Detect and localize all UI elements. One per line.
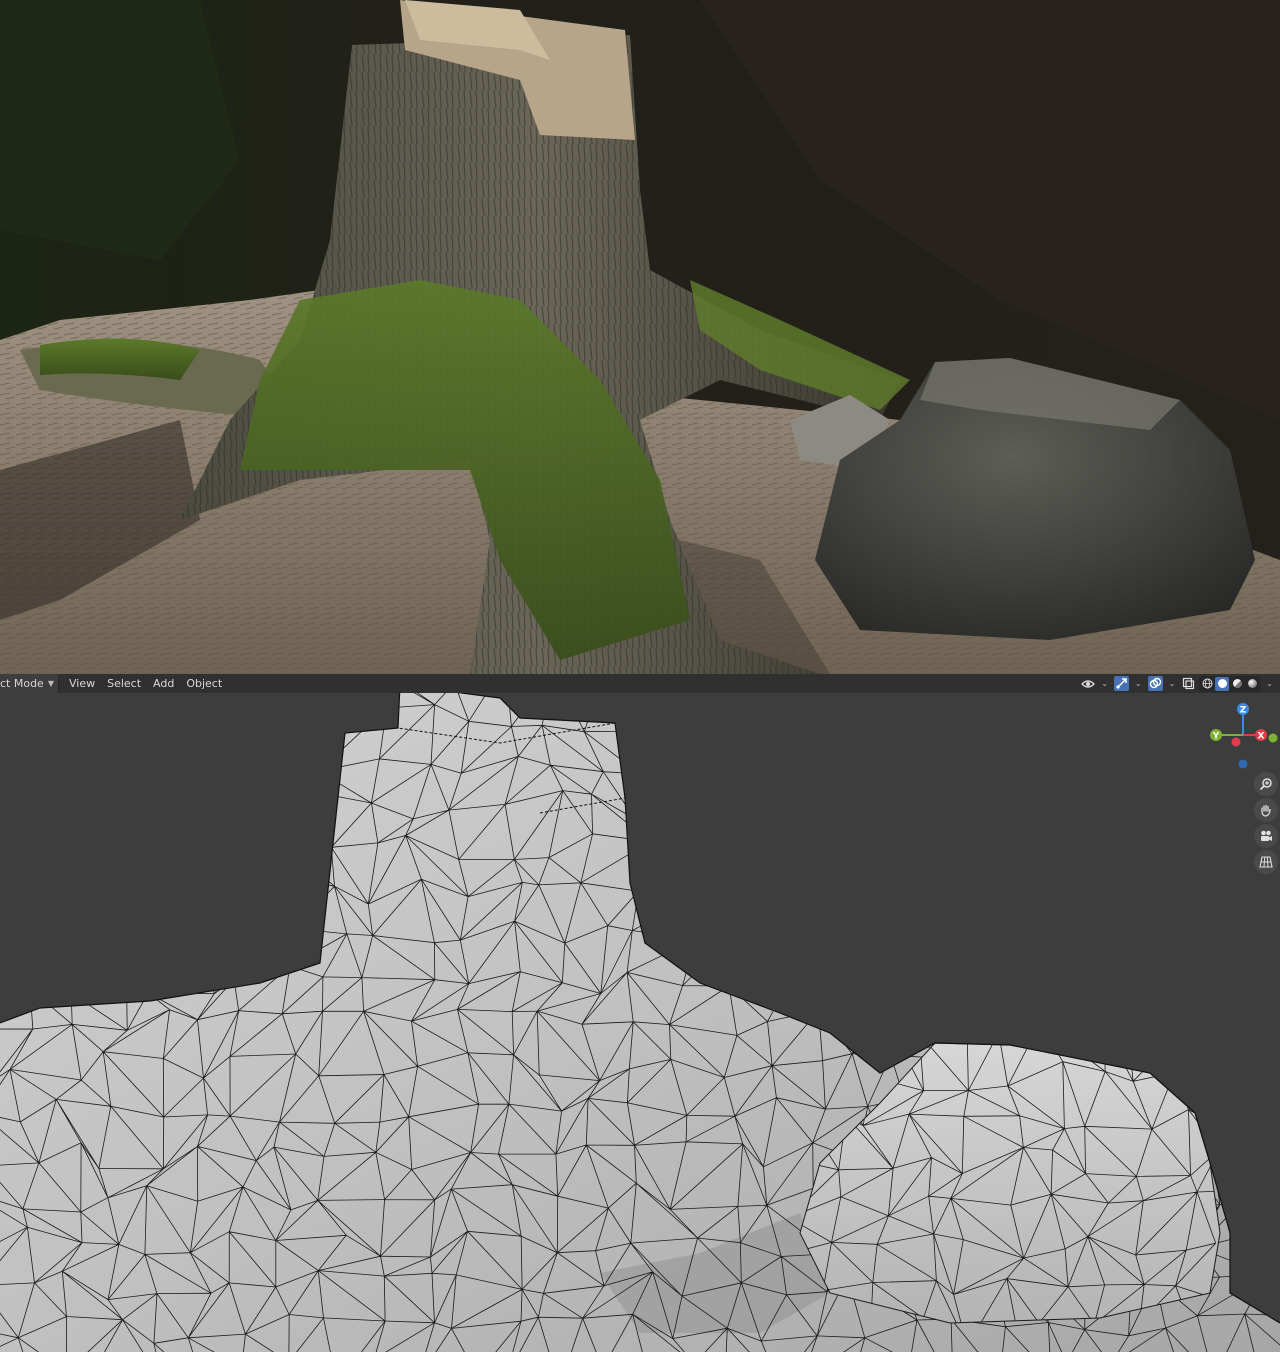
xray-toggle-button[interactable]	[1181, 676, 1196, 691]
camera-icon	[1261, 830, 1272, 841]
rendered-image	[0, 0, 1280, 674]
menu-select[interactable]: Select	[101, 674, 147, 693]
wireframe-mesh	[0, 693, 1280, 1352]
hand-icon	[1261, 804, 1271, 817]
shading-solid-button[interactable]	[1215, 676, 1230, 691]
xray-icon	[1183, 677, 1195, 690]
grid-icon	[1259, 856, 1273, 868]
shading-rendered-button[interactable]	[1245, 677, 1259, 691]
camera-view-button[interactable]	[1254, 824, 1278, 848]
solid-shading-icon	[1217, 679, 1227, 688]
navigation-gizmo[interactable]: Z Y X	[1200, 700, 1280, 775]
render-illustration	[0, 0, 1280, 674]
gizmo-y-label: Y	[1212, 732, 1220, 742]
mode-selector[interactable]: ct Mode ▼	[0, 674, 59, 693]
viewport-header: ct Mode ▼ View Select Add Object ⌄ ⌄ ⌄ ⌄	[0, 674, 1280, 693]
chevron-down-icon[interactable]: ⌄	[1169, 679, 1176, 688]
view-object-types-button[interactable]	[1080, 676, 1095, 691]
gizmo-icon	[1116, 678, 1127, 689]
material-shading-icon	[1232, 679, 1242, 688]
shading-material-button[interactable]	[1230, 677, 1244, 691]
menu-view[interactable]: View	[63, 674, 101, 693]
shading-wireframe-button[interactable]	[1200, 677, 1214, 691]
overlay-icon	[1149, 677, 1161, 689]
chevron-down-icon[interactable]: ⌄	[1266, 679, 1273, 688]
chevron-down-icon: ▼	[47, 679, 54, 688]
zoom-button[interactable]	[1254, 772, 1278, 796]
mode-label: ct Mode	[0, 677, 44, 690]
shading-mode-group	[1199, 675, 1261, 692]
chevron-down-icon[interactable]: ⌄	[1135, 679, 1142, 688]
rendered-shading-icon	[1247, 679, 1257, 688]
gizmo-neg-y-axis[interactable]	[1268, 733, 1278, 743]
gizmo-toggle-button[interactable]	[1113, 676, 1129, 691]
gizmo-neg-x-axis[interactable]	[1231, 737, 1241, 747]
wireframe-shading-icon	[1202, 678, 1213, 689]
menu-add[interactable]: Add	[147, 674, 180, 693]
toggle-ortho-button[interactable]	[1254, 850, 1278, 874]
eye-icon	[1080, 679, 1095, 688]
overlay-toggle-button[interactable]	[1147, 676, 1163, 691]
gizmo-x-label: X	[1258, 732, 1265, 742]
menu-object[interactable]: Object	[180, 674, 228, 693]
gizmo-z-label: Z	[1240, 706, 1247, 716]
3d-viewport[interactable]	[0, 693, 1280, 1352]
gizmo-neg-z-axis[interactable]	[1238, 759, 1248, 769]
pan-button[interactable]	[1254, 798, 1278, 822]
zoom-icon	[1259, 778, 1272, 791]
chevron-down-icon[interactable]: ⌄	[1101, 679, 1108, 688]
